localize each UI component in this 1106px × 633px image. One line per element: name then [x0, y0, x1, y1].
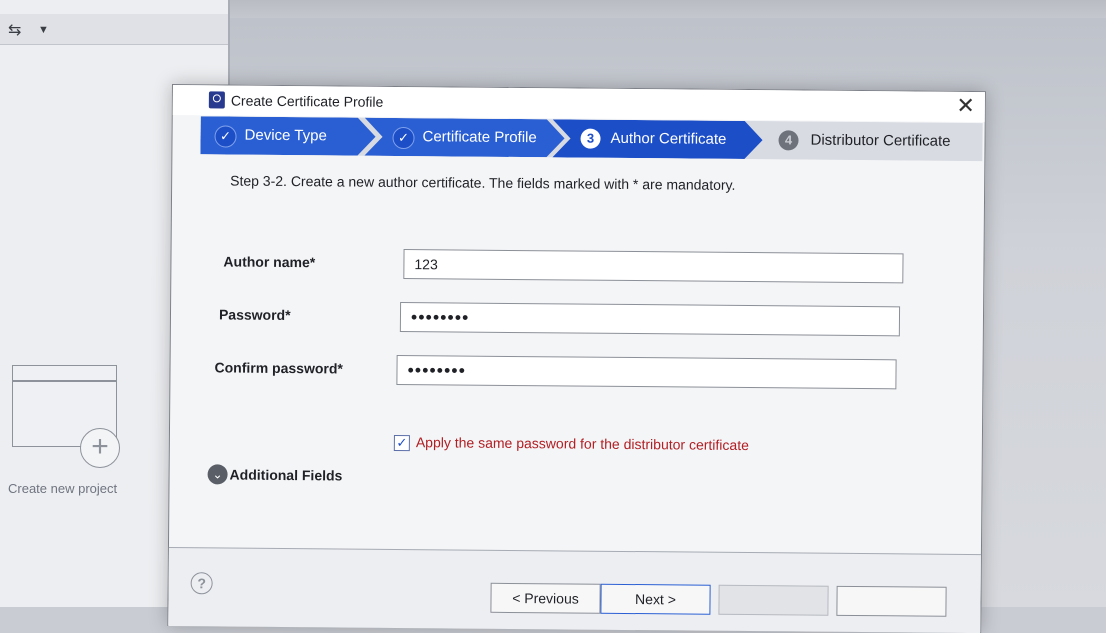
previous-button[interactable]: < Previous [490, 582, 601, 614]
dialog-footer: ? < Previous Next > [168, 546, 981, 633]
next-button[interactable]: Next > [600, 583, 711, 615]
step-label: Certificate Profile [422, 128, 537, 147]
step-distributor-certificate: 4 Distributor Certificate [750, 121, 982, 161]
plus-icon[interactable]: + [80, 428, 120, 468]
confirm-password-label: Confirm password* [214, 359, 343, 377]
password-label: Password* [218, 306, 291, 324]
step-label: Device Type [244, 126, 327, 145]
new-project-label[interactable]: Create new project [8, 481, 117, 496]
cancel-button[interactable] [836, 585, 947, 617]
dialog-title: Create Certificate Profile [230, 92, 384, 110]
password-input[interactable] [399, 301, 901, 337]
step-progress-bar: ✓ Device Type ✓ Certificate Profile 3 Au… [200, 116, 983, 162]
check-icon: ✓ [214, 125, 237, 148]
ide-left-toolbar [0, 14, 228, 45]
create-certificate-dialog: Create Certificate Profile ✕ ✓ Device Ty… [167, 84, 986, 633]
step-number-badge: 3 [580, 128, 601, 149]
step-label: Author Certificate [610, 129, 727, 148]
step-description: Step 3-2. Create a new author certificat… [230, 172, 736, 193]
author-name-input[interactable] [403, 249, 904, 284]
finish-button[interactable] [718, 584, 829, 616]
dropdown-arrow-icon[interactable]: ▼ [38, 24, 49, 36]
step-number-badge: 4 [778, 130, 799, 151]
apply-same-password-checkbox[interactable]: ✓ [393, 434, 410, 452]
sync-icon[interactable]: ⇆ [8, 20, 21, 40]
help-icon[interactable]: ? [190, 572, 213, 595]
chevron-down-icon[interactable]: ⌄ [207, 464, 228, 485]
step-certificate-profile: ✓ Certificate Profile [364, 118, 564, 158]
step-device-type: ✓ Device Type [200, 116, 375, 156]
check-icon: ✓ [392, 126, 415, 150]
confirm-password-input[interactable] [396, 354, 897, 390]
certificate-icon [208, 91, 225, 109]
close-icon[interactable]: ✕ [956, 93, 975, 118]
step-author-certificate: 3 Author Certificate [552, 119, 762, 159]
author-name-label: Author name* [223, 253, 316, 271]
apply-same-password-label[interactable]: Apply the same password for the distribu… [416, 434, 749, 453]
step-label: Distributor Certificate [810, 131, 951, 150]
additional-fields-toggle[interactable]: Additional Fields [230, 467, 343, 484]
